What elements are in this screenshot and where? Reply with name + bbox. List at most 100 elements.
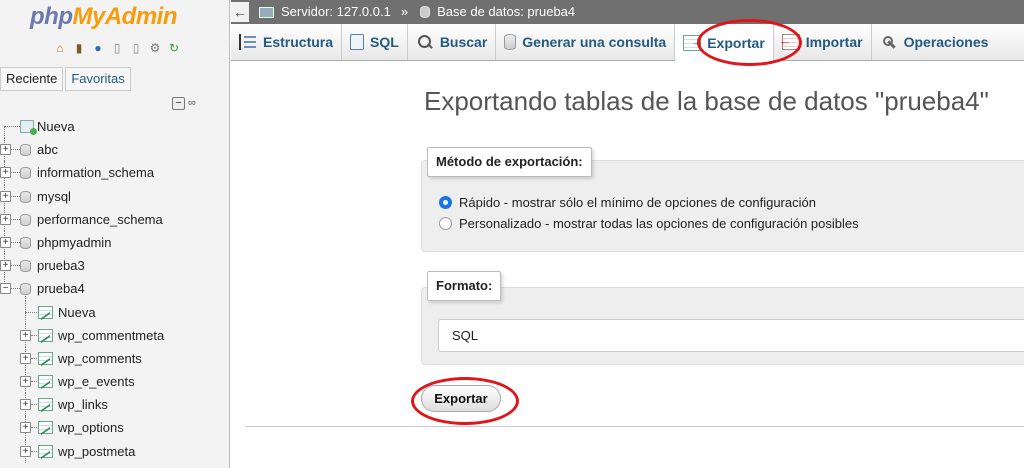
- tree-item-label[interactable]: mysql: [37, 185, 71, 208]
- tree-item-database[interactable]: + prueba3: [0, 254, 229, 278]
- radio-quick[interactable]: Rápido - mostrar sólo el mínimo de opcio…: [439, 195, 816, 210]
- tree-item-database[interactable]: + abc: [0, 138, 229, 162]
- breadcrumb-server[interactable]: Servidor: 127.0.0.1: [281, 0, 391, 24]
- quick-links: ⌂ ▮ ● ▯ ▯ ⚙ ↻: [52, 40, 182, 56]
- database-icon: [420, 6, 431, 18]
- format-legend: Formato:: [427, 271, 502, 301]
- radio-custom[interactable]: Personalizado - mostrar todas las opcion…: [439, 216, 859, 231]
- expand-icon[interactable]: +: [20, 445, 31, 457]
- expand-icon[interactable]: +: [0, 260, 11, 272]
- gear-icon[interactable]: ⚙: [147, 40, 163, 56]
- tree-item-table[interactable]: + wp_comments: [0, 346, 229, 371]
- radio-quick-input[interactable]: [439, 196, 452, 209]
- tree-item-label[interactable]: phpmyadmin: [37, 231, 111, 254]
- tree-item-label[interactable]: wp_options: [58, 416, 124, 439]
- main-tabs: Estructura SQL Buscar Generar una consul…: [231, 24, 1024, 61]
- phpmyadmin-logo[interactable]: phpMyAdmin: [30, 3, 178, 31]
- reload-icon[interactable]: ↻: [166, 40, 182, 56]
- tab-structure[interactable]: Estructura: [231, 24, 343, 60]
- database-icon: [20, 236, 31, 249]
- docs-icon[interactable]: ▯: [109, 40, 125, 56]
- expand-icon[interactable]: +: [0, 190, 11, 202]
- format-select[interactable]: SQL: [438, 319, 1024, 352]
- navigation-panel: phpMyAdmin ⌂ ▮ ● ▯ ▯ ⚙ ↻ Reciente Favori…: [0, 0, 230, 468]
- database-tree: Nueva + abc + information_schema + mysql: [0, 115, 229, 463]
- new-table-icon: [38, 305, 53, 319]
- export-icon: [683, 34, 704, 51]
- expand-icon[interactable]: +: [0, 236, 11, 248]
- tree-item-new-table[interactable]: Nueva: [0, 300, 229, 324]
- tree-item-label[interactable]: wp_commentmeta: [58, 324, 164, 347]
- copy-icon[interactable]: ▯: [128, 40, 144, 56]
- tab-import[interactable]: Importar: [774, 24, 872, 60]
- tree-item-label[interactable]: prueba4: [37, 277, 85, 300]
- database-icon: [20, 190, 31, 203]
- tree-item-table[interactable]: + wp_options: [0, 416, 229, 440]
- tree-item-table[interactable]: + wp_links: [0, 393, 229, 417]
- tree-item-label[interactable]: prueba3: [37, 254, 85, 277]
- expand-icon[interactable]: +: [20, 329, 31, 341]
- breadcrumb-separator: »: [400, 4, 409, 19]
- tree-item-label[interactable]: information_schema: [37, 161, 154, 184]
- tree-item-label[interactable]: abc: [37, 138, 58, 161]
- tree-item-label[interactable]: Nueva: [58, 301, 96, 324]
- database-icon: [20, 144, 31, 157]
- export-button[interactable]: Exportar: [421, 385, 501, 412]
- tree-item-label[interactable]: wp_comments: [58, 347, 142, 370]
- database-icon: [20, 167, 31, 180]
- tree-item-new-database[interactable]: Nueva: [0, 115, 229, 138]
- tree-item-table[interactable]: + wp_postmeta: [0, 439, 229, 463]
- radio-custom-label[interactable]: Personalizado - mostrar todas las opcion…: [459, 216, 859, 231]
- tree-item-database[interactable]: + performance_schema: [0, 207, 229, 231]
- export-method-fieldset: Método de exportación: Rápido - mostrar …: [421, 147, 1024, 252]
- tab-sql[interactable]: SQL: [342, 24, 408, 60]
- radio-quick-label[interactable]: Rápido - mostrar sólo el mínimo de opcio…: [459, 195, 816, 210]
- tree-item-label[interactable]: wp_links: [58, 393, 108, 416]
- tree-item-label[interactable]: Nueva: [37, 115, 75, 138]
- expand-icon[interactable]: +: [20, 422, 31, 434]
- table-icon: [38, 421, 53, 435]
- expand-icon[interactable]: +: [20, 352, 31, 364]
- page-title: Exportando tablas de la base de datos "p…: [424, 86, 989, 116]
- tree-item-label[interactable]: performance_schema: [37, 208, 163, 231]
- tab-label: Buscar: [439, 34, 488, 50]
- tab-label: Generar una consulta: [522, 34, 667, 50]
- breadcrumb-bar: ← Servidor: 127.0.0.1 » Base de datos: p…: [231, 0, 1024, 24]
- expand-icon[interactable]: +: [20, 376, 31, 388]
- tree-controls: − ∞: [172, 97, 202, 110]
- tab-recent[interactable]: Reciente: [0, 67, 64, 91]
- server-icon: [259, 6, 274, 18]
- tab-export[interactable]: Exportar: [675, 24, 774, 61]
- query-icon: [504, 34, 517, 50]
- link-icon[interactable]: ∞: [188, 97, 202, 110]
- expand-icon[interactable]: +: [20, 399, 31, 411]
- logout-icon[interactable]: ▮: [71, 40, 87, 56]
- tab-label: Operaciones: [903, 34, 989, 50]
- tab-favorites[interactable]: Favoritas: [65, 67, 131, 91]
- collapse-icon[interactable]: −: [0, 283, 11, 295]
- tree-item-table[interactable]: + wp_e_events: [0, 370, 229, 394]
- database-icon: [20, 260, 31, 273]
- collapse-all-icon[interactable]: −: [172, 97, 185, 110]
- import-icon: [779, 33, 800, 50]
- tree-item-database[interactable]: + information_schema: [0, 161, 229, 185]
- tree-item-label[interactable]: wp_postmeta: [58, 440, 135, 463]
- help-icon[interactable]: ●: [90, 40, 106, 56]
- radio-custom-input[interactable]: [439, 217, 452, 230]
- tree-item-database[interactable]: + phpmyadmin: [0, 230, 229, 255]
- home-icon[interactable]: ⌂: [52, 40, 68, 56]
- navigation-tabs: Reciente Favoritas: [0, 67, 131, 91]
- expand-icon[interactable]: +: [0, 213, 11, 225]
- tree-item-database[interactable]: + mysql: [0, 184, 229, 208]
- tab-operations[interactable]: Operaciones: [872, 24, 997, 60]
- expand-icon[interactable]: +: [0, 144, 11, 156]
- tree-item-database-selected[interactable]: − prueba4: [0, 277, 229, 302]
- expand-icon[interactable]: +: [0, 167, 11, 179]
- breadcrumb-database[interactable]: Base de datos: prueba4: [437, 0, 575, 24]
- collapse-nav-icon[interactable]: ←: [231, 2, 249, 22]
- tab-query[interactable]: Generar una consulta: [496, 24, 676, 60]
- tab-search[interactable]: Buscar: [408, 24, 497, 60]
- table-icon: [38, 375, 53, 389]
- tree-item-label[interactable]: wp_e_events: [58, 370, 135, 393]
- tree-item-table[interactable]: + wp_commentmeta: [0, 323, 229, 347]
